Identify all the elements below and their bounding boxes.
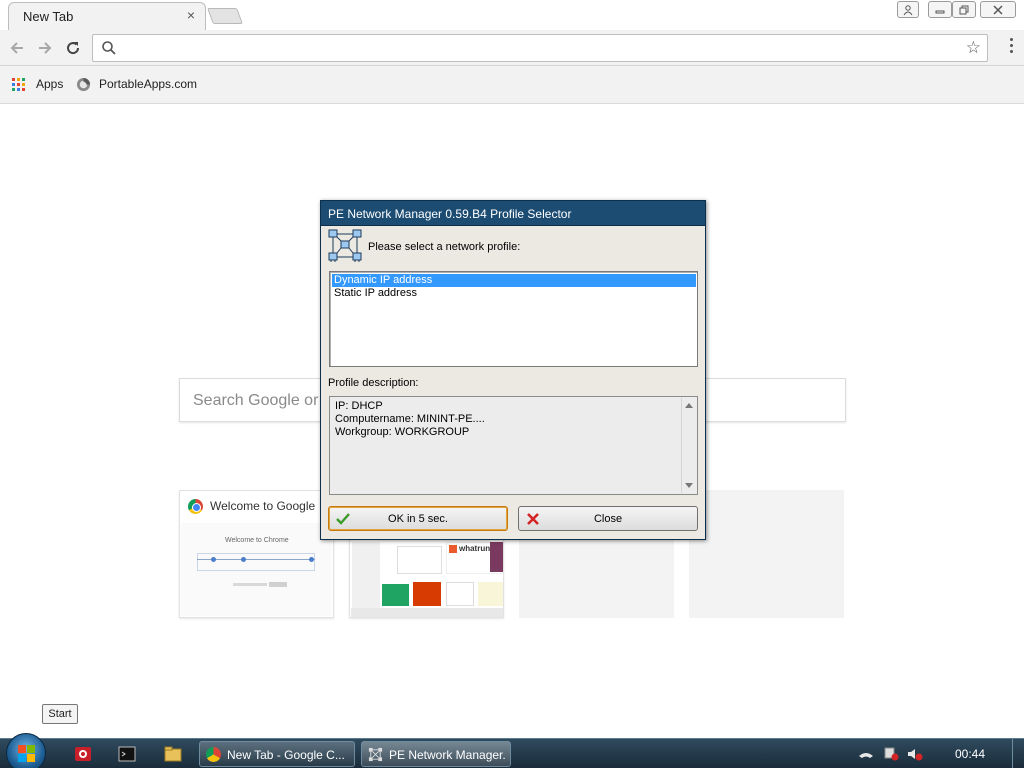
user-icon[interactable] <box>897 1 919 18</box>
chrome-icon <box>206 747 221 762</box>
start-orb-icon[interactable] <box>6 733 46 768</box>
tab-strip: New Tab × <box>0 0 1024 30</box>
reload-icon[interactable] <box>62 37 84 59</box>
file-explorer-icon[interactable] <box>164 745 182 763</box>
tab-new-tab[interactable]: New Tab × <box>8 2 206 30</box>
new-tab-button[interactable] <box>207 8 243 24</box>
profile-list-item[interactable]: Dynamic IP address <box>332 274 696 287</box>
ok-button[interactable]: OK in 5 sec. <box>328 506 508 531</box>
tile-thumbnail: whatruns <box>351 542 503 617</box>
restore-icon[interactable] <box>952 1 976 18</box>
bookmarks-bar: Apps PortableApps.com <box>0 66 1024 104</box>
close-button[interactable]: Close <box>518 506 698 531</box>
bookmark-portableapps[interactable]: PortableApps.com <box>99 77 197 91</box>
close-icon[interactable] <box>980 1 1016 18</box>
command-prompt-icon[interactable] <box>118 745 136 763</box>
tray-network-icon[interactable] <box>858 747 874 761</box>
minimize-icon[interactable] <box>928 1 952 18</box>
taskbar: New Tab - Google C... PE Network Manager… <box>0 733 1024 768</box>
chrome-menu-icon[interactable] <box>1010 38 1014 56</box>
dialog-prompt: Please select a network profile: <box>368 241 521 253</box>
media-app-icon[interactable] <box>74 745 92 763</box>
tray-volume-muted-icon[interactable] <box>907 747 923 761</box>
tray-connection-error-icon[interactable] <box>883 747 899 761</box>
profile-listbox[interactable]: Dynamic IP address Static IP address <box>329 271 698 367</box>
description-scrollbar[interactable] <box>681 398 696 493</box>
chrome-icon <box>188 499 203 514</box>
tile-thumbnail: Welcome to Chrome <box>181 523 332 616</box>
scroll-up-icon[interactable] <box>685 403 693 408</box>
ntp-search-placeholder: Search Google or <box>193 392 319 409</box>
tile-title: Welcome to Google <box>210 499 316 513</box>
show-desktop-button[interactable] <box>1012 739 1024 768</box>
most-visited-tile[interactable]: Welcome to Google Welcome to Chrome <box>179 490 334 618</box>
close-button-label: Close <box>593 513 623 525</box>
task-label: New Tab - Google C... <box>227 748 345 762</box>
apps-grid-icon <box>12 78 26 92</box>
ok-button-label: OK in 5 sec. <box>388 513 448 525</box>
bookmark-star-icon[interactable]: ☆ <box>966 38 981 58</box>
profile-list-item[interactable]: Static IP address <box>332 287 696 300</box>
tab-close-icon[interactable]: × <box>187 7 195 23</box>
dialog-titlebar[interactable]: PE Network Manager 0.59.B4 Profile Selec… <box>321 201 705 226</box>
taskbar-task-chrome[interactable]: New Tab - Google C... <box>199 741 355 767</box>
dialog-title: PE Network Manager 0.59.B4 Profile Selec… <box>328 207 572 221</box>
taskbar-clock[interactable]: 00:44 <box>955 747 985 761</box>
forward-icon[interactable] <box>34 37 56 59</box>
search-icon <box>102 41 116 55</box>
thumb-caption: Welcome to Chrome <box>225 537 289 544</box>
scroll-down-icon[interactable] <box>685 483 693 488</box>
profile-description-box[interactable]: IP: DHCP Computername: MININT-PE.... Wor… <box>329 396 698 495</box>
desktop: New Tab × ☆ Apps PortableApps.com Search… <box>0 0 1024 768</box>
network-icon <box>328 229 362 262</box>
address-bar[interactable]: ☆ <box>92 34 988 62</box>
start-tooltip: Start <box>42 704 78 724</box>
browser-toolbar: ☆ <box>0 30 1024 66</box>
back-icon[interactable] <box>6 37 28 59</box>
empty-tile <box>689 490 844 618</box>
task-label: PE Network Manager... <box>389 748 506 762</box>
tab-title: New Tab <box>23 9 74 24</box>
description-line: Computername: MININT-PE.... <box>335 413 485 425</box>
taskbar-task-network-manager[interactable]: PE Network Manager... <box>361 741 511 767</box>
bookmark-apps[interactable]: Apps <box>36 77 63 91</box>
network-icon <box>368 747 383 762</box>
portableapps-icon <box>76 77 91 92</box>
description-label: Profile description: <box>328 377 419 389</box>
description-line: Workgroup: WORKGROUP <box>335 426 470 438</box>
description-line: IP: DHCP <box>335 400 383 412</box>
profile-selector-dialog: PE Network Manager 0.59.B4 Profile Selec… <box>320 200 706 540</box>
